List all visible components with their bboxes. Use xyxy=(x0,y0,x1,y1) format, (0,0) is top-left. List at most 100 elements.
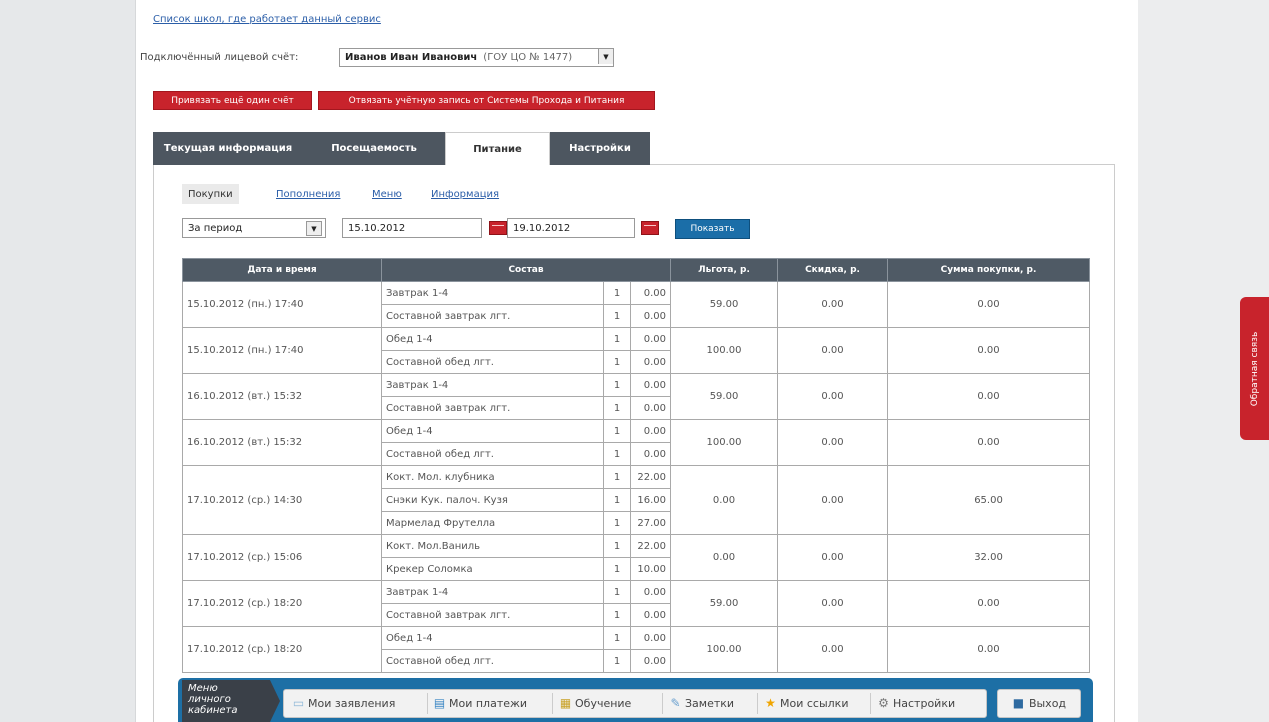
header-benefit: Льгота, р. xyxy=(670,258,779,282)
purchase-discount: 0.00 xyxy=(777,373,889,420)
table-row: 16.10.2012 (вт.) 15:32 Завтрак 1-4 1 0.00 59… xyxy=(182,373,1091,420)
item-price: 0.00 xyxy=(629,304,672,328)
item-name: Крекер Соломка xyxy=(381,557,604,581)
item-qty: 1 xyxy=(603,511,631,535)
subnav-topups[interactable]: Пополнения xyxy=(276,184,340,204)
table-row: 17.10.2012 (ср.) 18:20 Обед 1-4 1 0.00 100.0… xyxy=(182,626,1091,673)
date-to-input[interactable]: 19.10.2012 xyxy=(507,218,635,238)
purchase-datetime: 17.10.2012 (ср.) 18:20 xyxy=(182,626,382,673)
date-from-input[interactable]: 15.10.2012 xyxy=(342,218,482,238)
menu-item-label: Мои ссылки xyxy=(780,697,849,710)
purchase-discount: 0.00 xyxy=(777,534,889,581)
item-price: 0.00 xyxy=(629,281,672,305)
menu-my-links[interactable]: ★ Мои ссылки xyxy=(764,689,848,718)
table-row: 17.10.2012 (ср.) 18:20 Завтрак 1-4 1 0.00 59… xyxy=(182,580,1091,627)
item-qty: 1 xyxy=(603,442,631,466)
item-price: 22.00 xyxy=(629,465,672,489)
purchase-datetime: 17.10.2012 (ср.) 18:20 xyxy=(182,580,382,627)
purchase-benefit: 59.00 xyxy=(670,281,779,328)
show-button[interactable]: Показать xyxy=(675,219,750,239)
bind-account-button[interactable]: Привязать ещё один счёт xyxy=(153,91,312,110)
account-label: Подключённый лицевой счёт: xyxy=(140,52,299,63)
item-qty: 1 xyxy=(603,419,631,443)
menu-settings[interactable]: ⚙ Настройки xyxy=(877,689,955,718)
item-qty: 1 xyxy=(603,649,631,673)
feedback-tab[interactable]: Обратная связь xyxy=(1240,297,1269,440)
table-row: 16.10.2012 (вт.) 15:32 Обед 1-4 1 0.00 100.0… xyxy=(182,419,1091,466)
item-name: Обед 1-4 xyxy=(381,419,604,443)
menu-notes[interactable]: ✎ Заметки xyxy=(669,689,734,718)
item-name: Составной завтрак лгт. xyxy=(381,603,604,627)
purchase-benefit: 100.00 xyxy=(670,327,779,374)
item-price: 0.00 xyxy=(629,649,672,673)
item-name: Мармелад Фрутелла xyxy=(381,511,604,535)
item-qty: 1 xyxy=(603,350,631,374)
purchase-sum: 0.00 xyxy=(887,626,1091,673)
calendar-icon[interactable] xyxy=(641,221,659,235)
item-price: 0.00 xyxy=(629,442,672,466)
header-composition: Состав xyxy=(380,258,672,282)
menu-divider xyxy=(427,693,428,714)
item-name: Составной обед лгт. xyxy=(381,350,604,374)
purchase-benefit: 100.00 xyxy=(670,419,779,466)
table-row: 15.10.2012 (пн.) 17:40 Обед 1-4 1 0.00 100.0… xyxy=(182,327,1091,374)
table-row: 15.10.2012 (пн.) 17:40 Завтрак 1-4 1 0.00 59… xyxy=(182,281,1091,328)
menu-label-line: кабинета xyxy=(188,705,238,716)
item-name: Кокт. Мол. клубника xyxy=(381,465,604,489)
menu-divider xyxy=(662,693,663,714)
item-name: Обед 1-4 xyxy=(381,626,604,650)
period-select[interactable]: За период ▼ xyxy=(182,218,326,238)
cabinet-menu-label: Меню личного кабинета xyxy=(182,680,280,722)
purchase-benefit: 100.00 xyxy=(670,626,779,673)
purchase-sum: 0.00 xyxy=(887,373,1091,420)
purchase-benefit: 59.00 xyxy=(670,373,779,420)
calendar-icon[interactable] xyxy=(489,221,507,235)
purchase-datetime: 16.10.2012 (вт.) 15:32 xyxy=(182,373,382,420)
purchase-sum: 0.00 xyxy=(887,281,1091,328)
menu-divider xyxy=(552,693,553,714)
purchases-table: Дата и время Состав Льгота, р. Скидка, р… xyxy=(182,258,1091,673)
menu-item-label: Мои платежи xyxy=(449,697,528,710)
menu-training[interactable]: ▦ Обучение xyxy=(559,689,632,718)
schools-list-link[interactable]: Список школ, где работает данный сервис xyxy=(153,14,381,25)
subnav-menu[interactable]: Меню xyxy=(372,184,402,204)
purchase-sum: 0.00 xyxy=(887,327,1091,374)
menu-item-label: Обучение xyxy=(575,697,632,710)
table-header-row: Дата и время Состав Льгота, р. Скидка, р… xyxy=(182,258,1091,282)
item-qty: 1 xyxy=(603,603,631,627)
purchase-discount: 0.00 xyxy=(777,327,889,374)
table-row: 17.10.2012 (ср.) 14:30 Кокт. Мол. клубник… xyxy=(182,465,1091,535)
chevron-down-icon[interactable]: ▼ xyxy=(598,49,613,64)
item-name: Кокт. Мол.Ваниль xyxy=(381,534,604,558)
purchase-benefit: 0.00 xyxy=(670,465,779,535)
menu-my-applications[interactable]: ▭ Мои заявления xyxy=(292,689,395,718)
exit-button[interactable]: ■ Выход xyxy=(997,689,1081,718)
menu-item-label: Заметки xyxy=(685,697,735,710)
item-price: 0.00 xyxy=(629,419,672,443)
item-name: Завтрак 1-4 xyxy=(381,580,604,604)
item-name: Завтрак 1-4 xyxy=(381,281,604,305)
subnav-info[interactable]: Информация xyxy=(431,184,499,204)
account-select[interactable]: Иванов Иван Иванович (ГОУ ЦО № 1477) ▼ xyxy=(339,48,614,67)
item-price: 0.00 xyxy=(629,626,672,650)
tab-attendance[interactable]: Посещаемость xyxy=(303,132,445,165)
purchase-discount: 0.00 xyxy=(777,419,889,466)
subnav-purchases[interactable]: Покупки xyxy=(182,184,239,204)
menu-divider xyxy=(757,693,758,714)
item-qty: 1 xyxy=(603,327,631,351)
purchase-datetime: 17.10.2012 (ср.) 14:30 xyxy=(182,465,382,535)
star-icon: ★ xyxy=(765,696,776,710)
item-qty: 1 xyxy=(603,626,631,650)
chevron-down-icon[interactable]: ▼ xyxy=(306,221,322,236)
menu-item-label: Мои заявления xyxy=(308,697,396,710)
menu-label-line: личного xyxy=(188,694,231,705)
exit-icon: ■ xyxy=(1012,696,1025,710)
purchase-sum: 0.00 xyxy=(887,419,1091,466)
tab-settings[interactable]: Настройки xyxy=(550,132,650,165)
item-qty: 1 xyxy=(603,557,631,581)
unbind-account-button[interactable]: Отвязать учётную запись от Системы Прохо… xyxy=(318,91,655,110)
menu-my-payments[interactable]: ▤ Мои платежи xyxy=(433,689,527,718)
tab-current-info[interactable]: Текущая информация xyxy=(153,132,303,165)
tab-nutrition[interactable]: Питание xyxy=(445,132,550,165)
item-qty: 1 xyxy=(603,304,631,328)
